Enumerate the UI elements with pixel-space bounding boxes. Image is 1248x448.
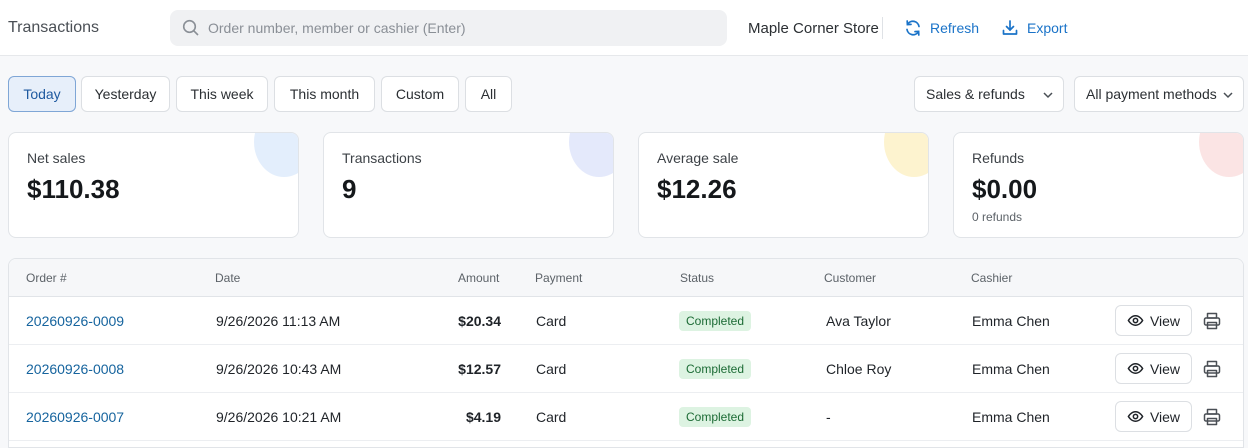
column-header-customer[interactable]: Customer: [824, 271, 876, 285]
row-date: 9/26/2026 10:21 AM: [216, 409, 342, 425]
chevron-down-icon: [1041, 88, 1055, 102]
table-header: Order # Date Amount Payment Status Custo…: [9, 259, 1243, 297]
payment-select-value: All payment methods: [1086, 86, 1217, 102]
payment-select[interactable]: All payment methods: [1074, 76, 1244, 112]
refresh-label: Refresh: [930, 20, 980, 36]
column-header-cashier[interactable]: Cashier: [971, 271, 1012, 285]
view-button[interactable]: View: [1115, 305, 1192, 336]
stat-card-refunds: Refunds $0.00 0 refunds: [953, 132, 1244, 238]
search-input[interactable]: [208, 10, 708, 46]
refresh-button[interactable]: Refresh: [904, 17, 979, 39]
table-row[interactable]: 20260926-0007 9/26/2026 10:21 AM $4.19 C…: [9, 393, 1243, 441]
stat-card-net-sales: Net sales $110.38: [8, 132, 299, 238]
row-date: 9/26/2026 10:43 AM: [216, 361, 342, 377]
view-label: View: [1149, 312, 1181, 329]
card-decoration: [254, 133, 298, 177]
row-amount: $20.34: [458, 313, 501, 329]
view-label: View: [1149, 408, 1181, 425]
column-header-amount[interactable]: Amount: [458, 271, 499, 285]
order-link[interactable]: 20260926-0007: [26, 409, 124, 425]
order-link[interactable]: 20260926-0008: [26, 361, 124, 377]
row-cashier: Emma Chen: [972, 313, 1050, 329]
filter-this-month[interactable]: This month: [274, 76, 375, 112]
filter-all[interactable]: All: [465, 76, 512, 112]
card-decoration: [884, 133, 928, 177]
column-header-payment[interactable]: Payment: [535, 271, 582, 285]
row-customer: -: [826, 409, 831, 425]
stat-card-transactions: Transactions 9: [323, 132, 614, 238]
stat-label: Transactions: [342, 150, 422, 166]
status-badge: Completed: [679, 359, 752, 379]
row-date: 9/26/2026 11:13 AM: [216, 313, 341, 329]
type-select-value: Sales & refunds: [926, 86, 1025, 102]
row-payment: Card: [536, 313, 567, 329]
filter-this-week[interactable]: This week: [176, 76, 268, 112]
export-icon: [1002, 20, 1018, 35]
filter-yesterday[interactable]: Yesterday: [81, 76, 170, 112]
table-row[interactable]: 20260926-0009 9/26/2026 11:13 AM $20.34 …: [9, 297, 1243, 345]
printer-icon[interactable]: [1202, 407, 1222, 427]
table-row[interactable]: 20260926-0008 9/26/2026 10:43 AM $12.57 …: [9, 345, 1243, 393]
stat-value: $12.26: [657, 174, 737, 204]
card-decoration: [1199, 133, 1243, 177]
row-payment: Card: [536, 409, 567, 425]
refresh-icon: [906, 20, 920, 36]
stat-label: Net sales: [27, 150, 86, 166]
filter-today[interactable]: Today: [8, 76, 76, 112]
eye-icon: [1127, 315, 1144, 326]
status-badge: Completed: [679, 407, 752, 427]
order-link[interactable]: 20260926-0009: [26, 313, 124, 329]
column-header-date[interactable]: Date: [215, 271, 240, 285]
view-button[interactable]: View: [1115, 353, 1192, 384]
eye-icon: [1127, 363, 1144, 374]
card-decoration: [569, 133, 613, 177]
printer-icon[interactable]: [1202, 311, 1222, 331]
search-icon: [182, 19, 199, 36]
store-name: Maple Corner Store: [748, 20, 879, 37]
stat-label: Average sale: [657, 150, 739, 166]
stat-card-average-sale: Average sale $12.26: [638, 132, 929, 238]
view-label: View: [1149, 360, 1181, 377]
search-box[interactable]: [170, 10, 727, 46]
printer-icon[interactable]: [1202, 359, 1222, 379]
header-divider: [882, 17, 883, 39]
page-title: Transactions: [8, 19, 99, 36]
column-header-status[interactable]: Status: [680, 271, 714, 285]
type-select[interactable]: Sales & refunds: [914, 76, 1064, 112]
row-cashier: Emma Chen: [972, 409, 1050, 425]
chevron-down-icon: [1221, 88, 1235, 102]
stat-value: $110.38: [27, 174, 120, 204]
row-customer: Chloe Roy: [826, 361, 892, 377]
row-amount: $4.19: [465, 409, 501, 425]
export-button[interactable]: Export: [1001, 17, 1067, 39]
filter-custom[interactable]: Custom: [381, 76, 459, 112]
eye-icon: [1127, 411, 1144, 422]
row-cashier: Emma Chen: [972, 361, 1050, 377]
transactions-table: Order # Date Amount Payment Status Custo…: [8, 258, 1244, 448]
stat-value: $0.00: [972, 174, 1038, 204]
stat-sub: 0 refunds: [972, 210, 1023, 224]
stat-label: Refunds: [972, 150, 1025, 166]
export-label: Export: [1027, 20, 1068, 36]
top-bar: Transactions Maple Corner Store Refresh …: [0, 0, 1248, 56]
row-amount: $12.57: [458, 361, 501, 377]
row-payment: Card: [536, 361, 567, 377]
stat-value: 9: [342, 174, 357, 204]
column-header-order[interactable]: Order #: [26, 271, 67, 285]
row-customer: Ava Taylor: [826, 313, 891, 329]
status-badge: Completed: [679, 311, 752, 331]
view-button[interactable]: View: [1115, 401, 1192, 432]
